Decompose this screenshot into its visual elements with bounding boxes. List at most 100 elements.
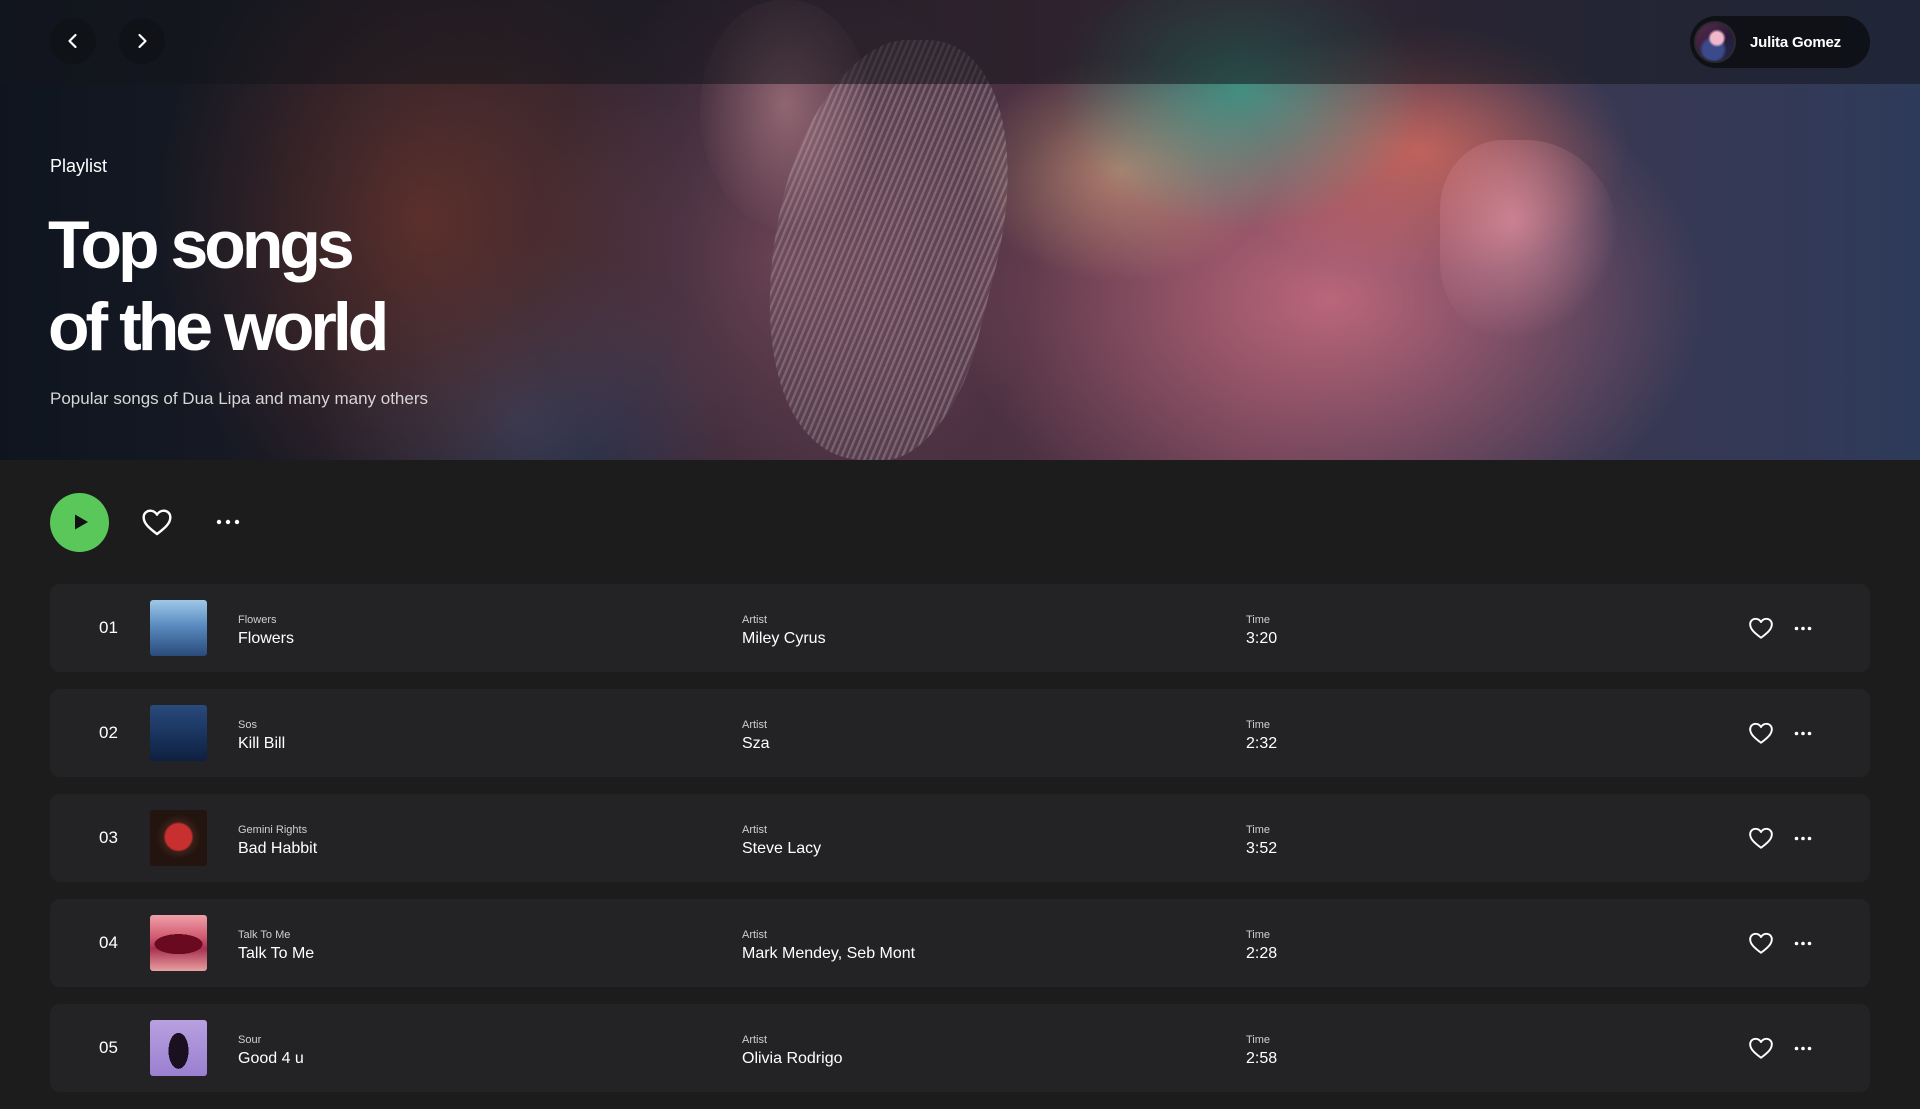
track-more-button[interactable] bbox=[1792, 929, 1814, 957]
time-label: Time bbox=[1246, 1034, 1271, 1046]
time-column: Time 3:52 bbox=[1246, 824, 1277, 859]
track-title: Bad Habbit bbox=[238, 840, 318, 857]
more-horizontal-icon bbox=[216, 519, 240, 525]
page-title: Top songs of the world bbox=[48, 204, 648, 368]
album-cover bbox=[150, 810, 207, 866]
track-title-column: Sos Kill Bill bbox=[238, 719, 285, 754]
heart-outline-icon bbox=[142, 509, 172, 536]
like-track-button[interactable] bbox=[1747, 929, 1775, 957]
heart-outline-icon bbox=[1749, 827, 1773, 849]
artist-column: Artist Mark Mendey, Seb Mont bbox=[742, 929, 915, 964]
track-row[interactable]: 03 Gemini Rights Bad Habbit Artist Steve… bbox=[50, 794, 1870, 882]
artist-column: Artist Miley Cyrus bbox=[742, 614, 826, 649]
track-number: 01 bbox=[99, 618, 118, 637]
heart-outline-icon bbox=[1749, 722, 1773, 744]
track-title: Kill Bill bbox=[238, 735, 286, 752]
like-track-button[interactable] bbox=[1747, 719, 1775, 747]
time-column: Time 2:32 bbox=[1246, 719, 1277, 754]
heart-outline-icon bbox=[1749, 617, 1773, 639]
artist-label: Artist bbox=[742, 614, 768, 626]
artist-name[interactable]: Olivia Rodrigo bbox=[742, 1049, 842, 1069]
time-label: Time bbox=[1246, 824, 1271, 836]
track-list: 01 Flowers Flowers Artist Miley Cyrus Ti… bbox=[50, 584, 1870, 1109]
artist-column: Artist Sza bbox=[742, 719, 770, 754]
track-duration: 3:52 bbox=[1246, 840, 1278, 857]
track-title-column: Sour Good 4 u bbox=[238, 1034, 304, 1069]
play-icon bbox=[74, 514, 88, 530]
like-track-button[interactable] bbox=[1747, 614, 1775, 642]
album-cover bbox=[150, 705, 207, 761]
track-number: 05 bbox=[99, 1038, 118, 1057]
track-number: 04 bbox=[99, 933, 118, 952]
track-title-column: Flowers Flowers bbox=[238, 614, 294, 649]
track-row[interactable]: 04 Talk To Me Talk To Me Artist Mark Men… bbox=[50, 899, 1870, 987]
track-duration: 2:58 bbox=[1246, 1050, 1278, 1067]
like-playlist-button[interactable] bbox=[139, 504, 175, 540]
more-horizontal-icon bbox=[1794, 1046, 1812, 1050]
track-more-button[interactable] bbox=[1792, 824, 1814, 852]
track-duration: 2:28 bbox=[1246, 945, 1278, 962]
time-column: Time 2:28 bbox=[1246, 929, 1277, 964]
more-horizontal-icon bbox=[1794, 626, 1812, 630]
heart-outline-icon bbox=[1749, 1037, 1773, 1059]
playlist-description: Popular songs of Dua Lipa and many many … bbox=[50, 389, 429, 408]
time-label: Time bbox=[1246, 719, 1271, 731]
track-number: 03 bbox=[99, 828, 118, 847]
track-row[interactable]: 05 Sour Good 4 u Artist Olivia Rodrigo T… bbox=[50, 1004, 1870, 1092]
track-title-column: Gemini Rights Bad Habbit bbox=[238, 824, 317, 859]
chevron-left-icon bbox=[68, 33, 77, 49]
playlist-controls bbox=[50, 492, 243, 552]
like-track-button[interactable] bbox=[1747, 824, 1775, 852]
track-number: 02 bbox=[99, 723, 118, 742]
play-button[interactable] bbox=[50, 492, 109, 552]
artist-label: Artist bbox=[742, 929, 768, 941]
user-name: Julita Gomez bbox=[1750, 33, 1841, 51]
hero-image-nose bbox=[1440, 140, 1620, 340]
page-title-line-2: of the world bbox=[48, 289, 389, 365]
time-column: Time 3:20 bbox=[1246, 614, 1277, 649]
album-cover bbox=[150, 600, 207, 656]
track-row[interactable]: 02 Sos Kill Bill Artist Sza Time 2:32 bbox=[50, 689, 1870, 777]
track-more-button[interactable] bbox=[1792, 1034, 1814, 1062]
forward-button[interactable] bbox=[119, 18, 165, 64]
album-name: Talk To Me bbox=[238, 929, 291, 941]
user-menu-button[interactable]: Julita Gomez bbox=[1690, 16, 1870, 68]
album-cover bbox=[150, 1020, 207, 1076]
top-bar: Julita Gomez bbox=[0, 0, 1920, 84]
track-duration: 3:20 bbox=[1246, 630, 1278, 647]
heart-outline-icon bbox=[1749, 932, 1773, 954]
artist-label: Artist bbox=[742, 1034, 768, 1046]
track-more-button[interactable] bbox=[1792, 614, 1814, 642]
more-horizontal-icon bbox=[1794, 836, 1812, 840]
artist-label: Artist bbox=[742, 824, 768, 836]
playlist-hero: Julita Gomez Playlist Top songs of the w… bbox=[0, 0, 1920, 460]
artist-name[interactable]: Steve Lacy bbox=[742, 839, 821, 859]
artist-column: Artist Steve Lacy bbox=[742, 824, 821, 859]
page-title-line-1: Top songs bbox=[48, 207, 355, 283]
artist-name[interactable]: Miley Cyrus bbox=[742, 629, 826, 649]
artist-label: Artist bbox=[742, 719, 768, 731]
playlist-more-button[interactable] bbox=[213, 504, 243, 540]
artist-name[interactable]: Mark Mendey, Seb Mont bbox=[742, 944, 915, 964]
artist-name[interactable]: Sza bbox=[742, 734, 770, 754]
track-duration: 2:32 bbox=[1246, 735, 1278, 752]
time-label: Time bbox=[1246, 614, 1271, 626]
playlist-type-label: Playlist bbox=[50, 156, 108, 176]
album-name: Flowers bbox=[238, 614, 277, 626]
track-row[interactable]: 01 Flowers Flowers Artist Miley Cyrus Ti… bbox=[50, 584, 1870, 672]
like-track-button[interactable] bbox=[1747, 1034, 1775, 1062]
avatar bbox=[1694, 21, 1736, 63]
more-horizontal-icon bbox=[1794, 941, 1812, 945]
album-name: Sos bbox=[238, 719, 257, 731]
track-title-column: Talk To Me Talk To Me bbox=[238, 929, 314, 964]
track-title: Flowers bbox=[238, 630, 295, 647]
chevron-right-icon bbox=[138, 33, 147, 49]
time-label: Time bbox=[1246, 929, 1271, 941]
time-column: Time 2:58 bbox=[1246, 1034, 1277, 1069]
more-horizontal-icon bbox=[1794, 731, 1812, 735]
album-name: Sour bbox=[238, 1034, 262, 1046]
track-more-button[interactable] bbox=[1792, 719, 1814, 747]
album-name: Gemini Rights bbox=[238, 824, 308, 836]
track-title: Good 4 u bbox=[238, 1050, 304, 1067]
back-button[interactable] bbox=[50, 18, 96, 64]
